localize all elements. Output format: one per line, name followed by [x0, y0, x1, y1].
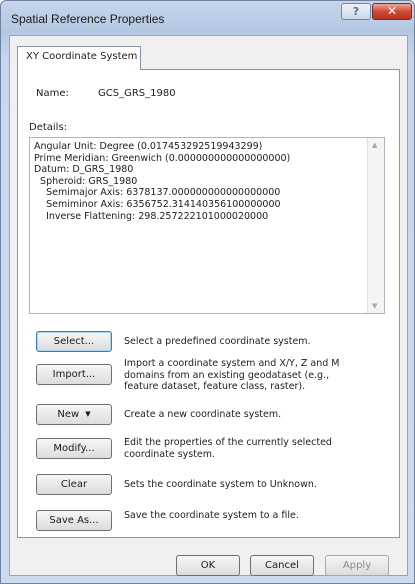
clear-button[interactable]: Clear — [36, 474, 112, 495]
apply-button[interactable]: Apply — [325, 555, 389, 576]
save-as-button[interactable]: Save As... — [36, 510, 112, 531]
import-button-label: Import... — [52, 369, 96, 380]
dropdown-arrow-icon: ▼ — [85, 410, 91, 418]
name-value: GCS_GRS_1980 — [98, 88, 176, 99]
help-icon: ? — [352, 5, 360, 18]
select-description: Select a predefined coordinate system. — [124, 336, 311, 347]
scroll-down-icon[interactable]: ▼ — [372, 302, 377, 310]
close-button[interactable]: ✕ — [372, 3, 412, 20]
ok-button-label: OK — [200, 560, 216, 571]
title-bar[interactable]: Spatial Reference Properties ? ✕ — [1, 1, 414, 35]
tab-panel: Name: GCS_GRS_1980 Details: Angular Unit… — [17, 69, 400, 538]
select-button-label: Select... — [53, 336, 95, 347]
tab-xy-coordinate-system[interactable]: XY Coordinate System — [17, 46, 141, 70]
import-button[interactable]: Import... — [36, 364, 112, 385]
window-title: Spatial Reference Properties — [11, 12, 165, 26]
help-button[interactable]: ? — [341, 3, 371, 20]
details-textbox[interactable]: Angular Unit: Degree (0.0174532925199432… — [29, 137, 385, 314]
name-label: Name: — [36, 88, 69, 99]
clear-description: Sets the coordinate system to Unknown. — [124, 479, 317, 490]
new-button-label: New — [57, 409, 80, 420]
dialog-client-area: XY Coordinate System Name: GCS_GRS_1980 … — [9, 35, 408, 576]
select-button[interactable]: Select... — [36, 331, 112, 352]
details-scrollbar[interactable]: ▲ ▼ — [367, 138, 384, 313]
save-as-description: Save the coordinate system to a file. — [124, 510, 299, 521]
clear-button-label: Clear — [60, 479, 88, 490]
new-description: Create a new coordinate system. — [124, 409, 282, 420]
save-as-button-label: Save As... — [49, 515, 99, 526]
details-text: Angular Unit: Degree (0.0174532925199432… — [34, 141, 291, 222]
cancel-button[interactable]: Cancel — [250, 555, 314, 576]
modify-button[interactable]: Modify... — [36, 438, 112, 459]
ok-button[interactable]: OK — [176, 555, 240, 576]
close-icon: ✕ — [386, 4, 398, 18]
details-label: Details: — [29, 122, 68, 133]
dialog-window: Spatial Reference Properties ? ✕ XY Coor… — [0, 0, 415, 584]
cancel-button-label: Cancel — [265, 560, 299, 571]
import-description: Import a coordinate system and X/Y, Z an… — [124, 358, 340, 392]
modify-description: Edit the properties of the currently sel… — [124, 437, 332, 460]
new-button[interactable]: New ▼ — [36, 404, 112, 425]
modify-button-label: Modify... — [53, 443, 95, 454]
apply-button-label: Apply — [342, 560, 372, 571]
scroll-up-icon[interactable]: ▲ — [372, 141, 377, 149]
